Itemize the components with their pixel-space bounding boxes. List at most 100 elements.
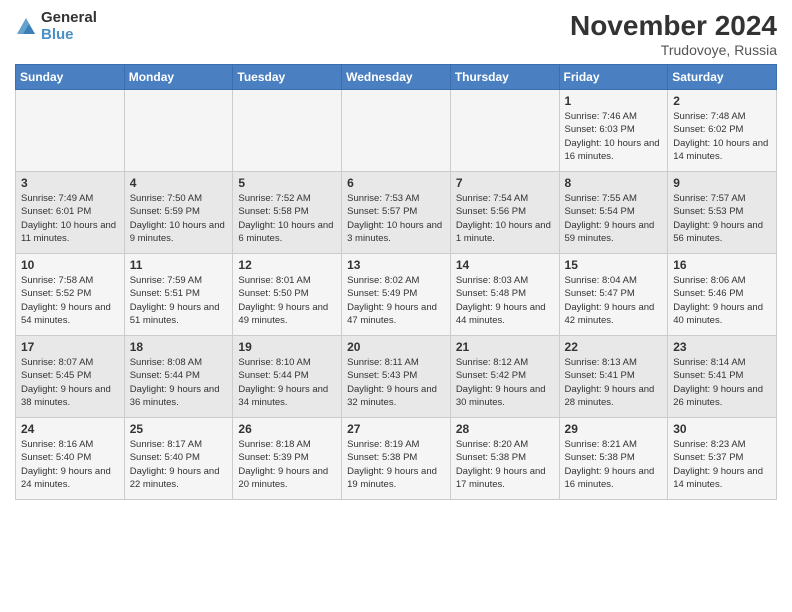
- calendar-table: Sunday Monday Tuesday Wednesday Thursday…: [15, 64, 777, 500]
- sunset: Sunset: 5:47 PM: [565, 288, 635, 299]
- location: Trudovoye, Russia: [570, 42, 777, 58]
- day-number: 5: [238, 176, 336, 190]
- daylight: Daylight: 9 hours and 47 minutes.: [347, 302, 437, 326]
- day-number: 9: [673, 176, 771, 190]
- sunrise: Sunrise: 8:23 AM: [673, 439, 745, 450]
- sunset: Sunset: 5:38 PM: [565, 452, 635, 463]
- day-number: 8: [565, 176, 663, 190]
- sunrise: Sunrise: 7:50 AM: [130, 193, 202, 204]
- sunrise: Sunrise: 7:54 AM: [456, 193, 528, 204]
- cell-4-7: 23 Sunrise: 8:14 AM Sunset: 5:41 PM Dayl…: [668, 336, 777, 418]
- cell-1-1: [16, 90, 125, 172]
- day-number: 25: [130, 422, 228, 436]
- day-info: Sunrise: 7:54 AM Sunset: 5:56 PM Dayligh…: [456, 192, 554, 245]
- sunrise: Sunrise: 8:21 AM: [565, 439, 637, 450]
- cell-2-6: 8 Sunrise: 7:55 AM Sunset: 5:54 PM Dayli…: [559, 172, 668, 254]
- sunrise: Sunrise: 8:13 AM: [565, 357, 637, 368]
- day-number: 23: [673, 340, 771, 354]
- sunrise: Sunrise: 7:46 AM: [565, 111, 637, 122]
- cell-5-6: 29 Sunrise: 8:21 AM Sunset: 5:38 PM Dayl…: [559, 418, 668, 500]
- sunset: Sunset: 5:42 PM: [456, 370, 526, 381]
- cell-1-6: 1 Sunrise: 7:46 AM Sunset: 6:03 PM Dayli…: [559, 90, 668, 172]
- cell-4-1: 17 Sunrise: 8:07 AM Sunset: 5:45 PM Dayl…: [16, 336, 125, 418]
- sunrise: Sunrise: 8:19 AM: [347, 439, 419, 450]
- cell-4-3: 19 Sunrise: 8:10 AM Sunset: 5:44 PM Dayl…: [233, 336, 342, 418]
- sunset: Sunset: 5:37 PM: [673, 452, 743, 463]
- header-wednesday: Wednesday: [342, 65, 451, 90]
- sunset: Sunset: 5:57 PM: [347, 206, 417, 217]
- sunset: Sunset: 5:39 PM: [238, 452, 308, 463]
- sunrise: Sunrise: 8:08 AM: [130, 357, 202, 368]
- day-number: 27: [347, 422, 445, 436]
- sunset: Sunset: 5:44 PM: [238, 370, 308, 381]
- week-row-5: 24 Sunrise: 8:16 AM Sunset: 5:40 PM Dayl…: [16, 418, 777, 500]
- day-info: Sunrise: 7:52 AM Sunset: 5:58 PM Dayligh…: [238, 192, 336, 245]
- cell-5-4: 27 Sunrise: 8:19 AM Sunset: 5:38 PM Dayl…: [342, 418, 451, 500]
- sunrise: Sunrise: 8:17 AM: [130, 439, 202, 450]
- day-number: 15: [565, 258, 663, 272]
- day-info: Sunrise: 8:17 AM Sunset: 5:40 PM Dayligh…: [130, 438, 228, 491]
- daylight: Daylight: 9 hours and 38 minutes.: [21, 384, 111, 408]
- day-info: Sunrise: 8:02 AM Sunset: 5:49 PM Dayligh…: [347, 274, 445, 327]
- day-number: 29: [565, 422, 663, 436]
- cell-1-5: [450, 90, 559, 172]
- daylight: Daylight: 9 hours and 54 minutes.: [21, 302, 111, 326]
- daylight: Daylight: 10 hours and 6 minutes.: [238, 220, 333, 244]
- day-info: Sunrise: 8:10 AM Sunset: 5:44 PM Dayligh…: [238, 356, 336, 409]
- day-number: 2: [673, 94, 771, 108]
- day-info: Sunrise: 8:06 AM Sunset: 5:46 PM Dayligh…: [673, 274, 771, 327]
- daylight: Daylight: 10 hours and 11 minutes.: [21, 220, 116, 244]
- cell-5-7: 30 Sunrise: 8:23 AM Sunset: 5:37 PM Dayl…: [668, 418, 777, 500]
- sunset: Sunset: 6:03 PM: [565, 124, 635, 135]
- day-number: 17: [21, 340, 119, 354]
- cell-2-4: 6 Sunrise: 7:53 AM Sunset: 5:57 PM Dayli…: [342, 172, 451, 254]
- sunrise: Sunrise: 7:59 AM: [130, 275, 202, 286]
- title-block: November 2024 Trudovoye, Russia: [570, 10, 777, 58]
- sunset: Sunset: 5:44 PM: [130, 370, 200, 381]
- day-number: 30: [673, 422, 771, 436]
- sunrise: Sunrise: 8:01 AM: [238, 275, 310, 286]
- sunset: Sunset: 5:46 PM: [673, 288, 743, 299]
- daylight: Daylight: 9 hours and 42 minutes.: [565, 302, 655, 326]
- daylight: Daylight: 9 hours and 26 minutes.: [673, 384, 763, 408]
- day-number: 12: [238, 258, 336, 272]
- daylight: Daylight: 10 hours and 1 minute.: [456, 220, 551, 244]
- week-row-1: 1 Sunrise: 7:46 AM Sunset: 6:03 PM Dayli…: [16, 90, 777, 172]
- cell-2-3: 5 Sunrise: 7:52 AM Sunset: 5:58 PM Dayli…: [233, 172, 342, 254]
- daylight: Daylight: 10 hours and 3 minutes.: [347, 220, 442, 244]
- day-number: 6: [347, 176, 445, 190]
- sunset: Sunset: 5:59 PM: [130, 206, 200, 217]
- daylight: Daylight: 10 hours and 9 minutes.: [130, 220, 225, 244]
- day-number: 20: [347, 340, 445, 354]
- sunset: Sunset: 5:38 PM: [347, 452, 417, 463]
- sunrise: Sunrise: 7:48 AM: [673, 111, 745, 122]
- sunset: Sunset: 5:41 PM: [673, 370, 743, 381]
- day-info: Sunrise: 7:58 AM Sunset: 5:52 PM Dayligh…: [21, 274, 119, 327]
- daylight: Daylight: 9 hours and 24 minutes.: [21, 466, 111, 490]
- cell-5-3: 26 Sunrise: 8:18 AM Sunset: 5:39 PM Dayl…: [233, 418, 342, 500]
- header-tuesday: Tuesday: [233, 65, 342, 90]
- daylight: Daylight: 9 hours and 49 minutes.: [238, 302, 328, 326]
- cell-3-1: 10 Sunrise: 7:58 AM Sunset: 5:52 PM Dayl…: [16, 254, 125, 336]
- sunrise: Sunrise: 8:12 AM: [456, 357, 528, 368]
- cell-1-3: [233, 90, 342, 172]
- cell-2-2: 4 Sunrise: 7:50 AM Sunset: 5:59 PM Dayli…: [124, 172, 233, 254]
- header-friday: Friday: [559, 65, 668, 90]
- cell-4-4: 20 Sunrise: 8:11 AM Sunset: 5:43 PM Dayl…: [342, 336, 451, 418]
- daylight: Daylight: 9 hours and 16 minutes.: [565, 466, 655, 490]
- day-info: Sunrise: 7:49 AM Sunset: 6:01 PM Dayligh…: [21, 192, 119, 245]
- cell-3-2: 11 Sunrise: 7:59 AM Sunset: 5:51 PM Dayl…: [124, 254, 233, 336]
- sunrise: Sunrise: 8:11 AM: [347, 357, 419, 368]
- cell-3-3: 12 Sunrise: 8:01 AM Sunset: 5:50 PM Dayl…: [233, 254, 342, 336]
- sunset: Sunset: 5:52 PM: [21, 288, 91, 299]
- day-number: 4: [130, 176, 228, 190]
- logo: General Blue: [15, 10, 97, 43]
- day-info: Sunrise: 7:53 AM Sunset: 5:57 PM Dayligh…: [347, 192, 445, 245]
- sunrise: Sunrise: 7:53 AM: [347, 193, 419, 204]
- day-info: Sunrise: 8:13 AM Sunset: 5:41 PM Dayligh…: [565, 356, 663, 409]
- daylight: Daylight: 10 hours and 14 minutes.: [673, 138, 768, 162]
- day-number: 28: [456, 422, 554, 436]
- sunset: Sunset: 5:53 PM: [673, 206, 743, 217]
- sunset: Sunset: 5:54 PM: [565, 206, 635, 217]
- sunset: Sunset: 5:49 PM: [347, 288, 417, 299]
